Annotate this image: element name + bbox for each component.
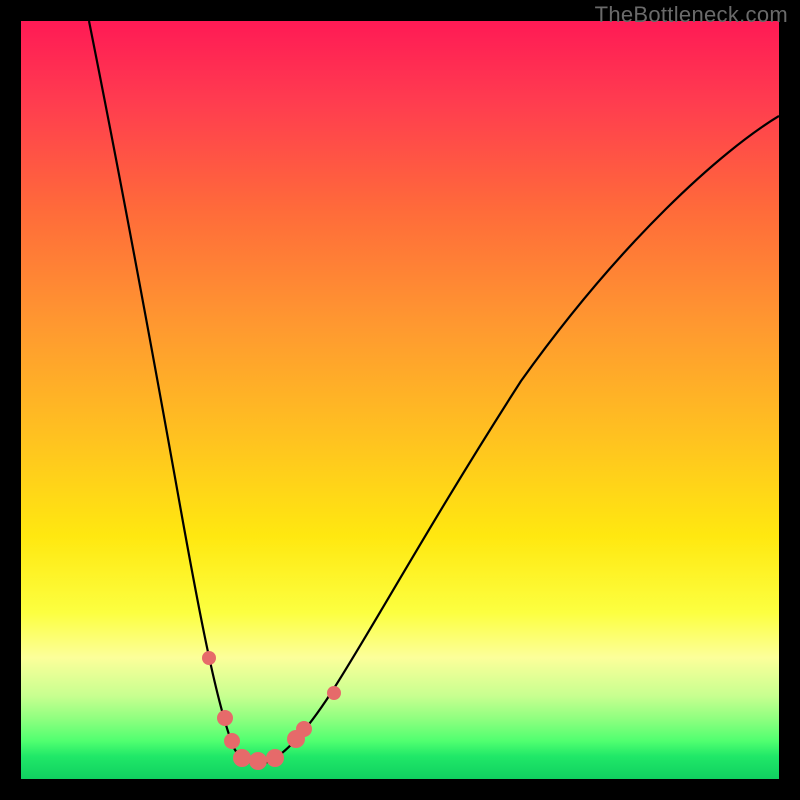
dot-bottom-1 bbox=[233, 749, 251, 767]
dot-left-1 bbox=[217, 710, 233, 726]
curve-svg bbox=[21, 21, 779, 779]
bottleneck-curve bbox=[89, 21, 779, 764]
chart-frame bbox=[21, 21, 779, 779]
dot-left-2 bbox=[224, 733, 240, 749]
dot-bottom-3 bbox=[266, 749, 284, 767]
watermark-text: TheBottleneck.com bbox=[595, 2, 788, 28]
dot-right-2 bbox=[296, 721, 312, 737]
dot-left-upper bbox=[202, 651, 216, 665]
dot-bottom-2 bbox=[249, 752, 267, 770]
dot-right-upper bbox=[327, 686, 341, 700]
